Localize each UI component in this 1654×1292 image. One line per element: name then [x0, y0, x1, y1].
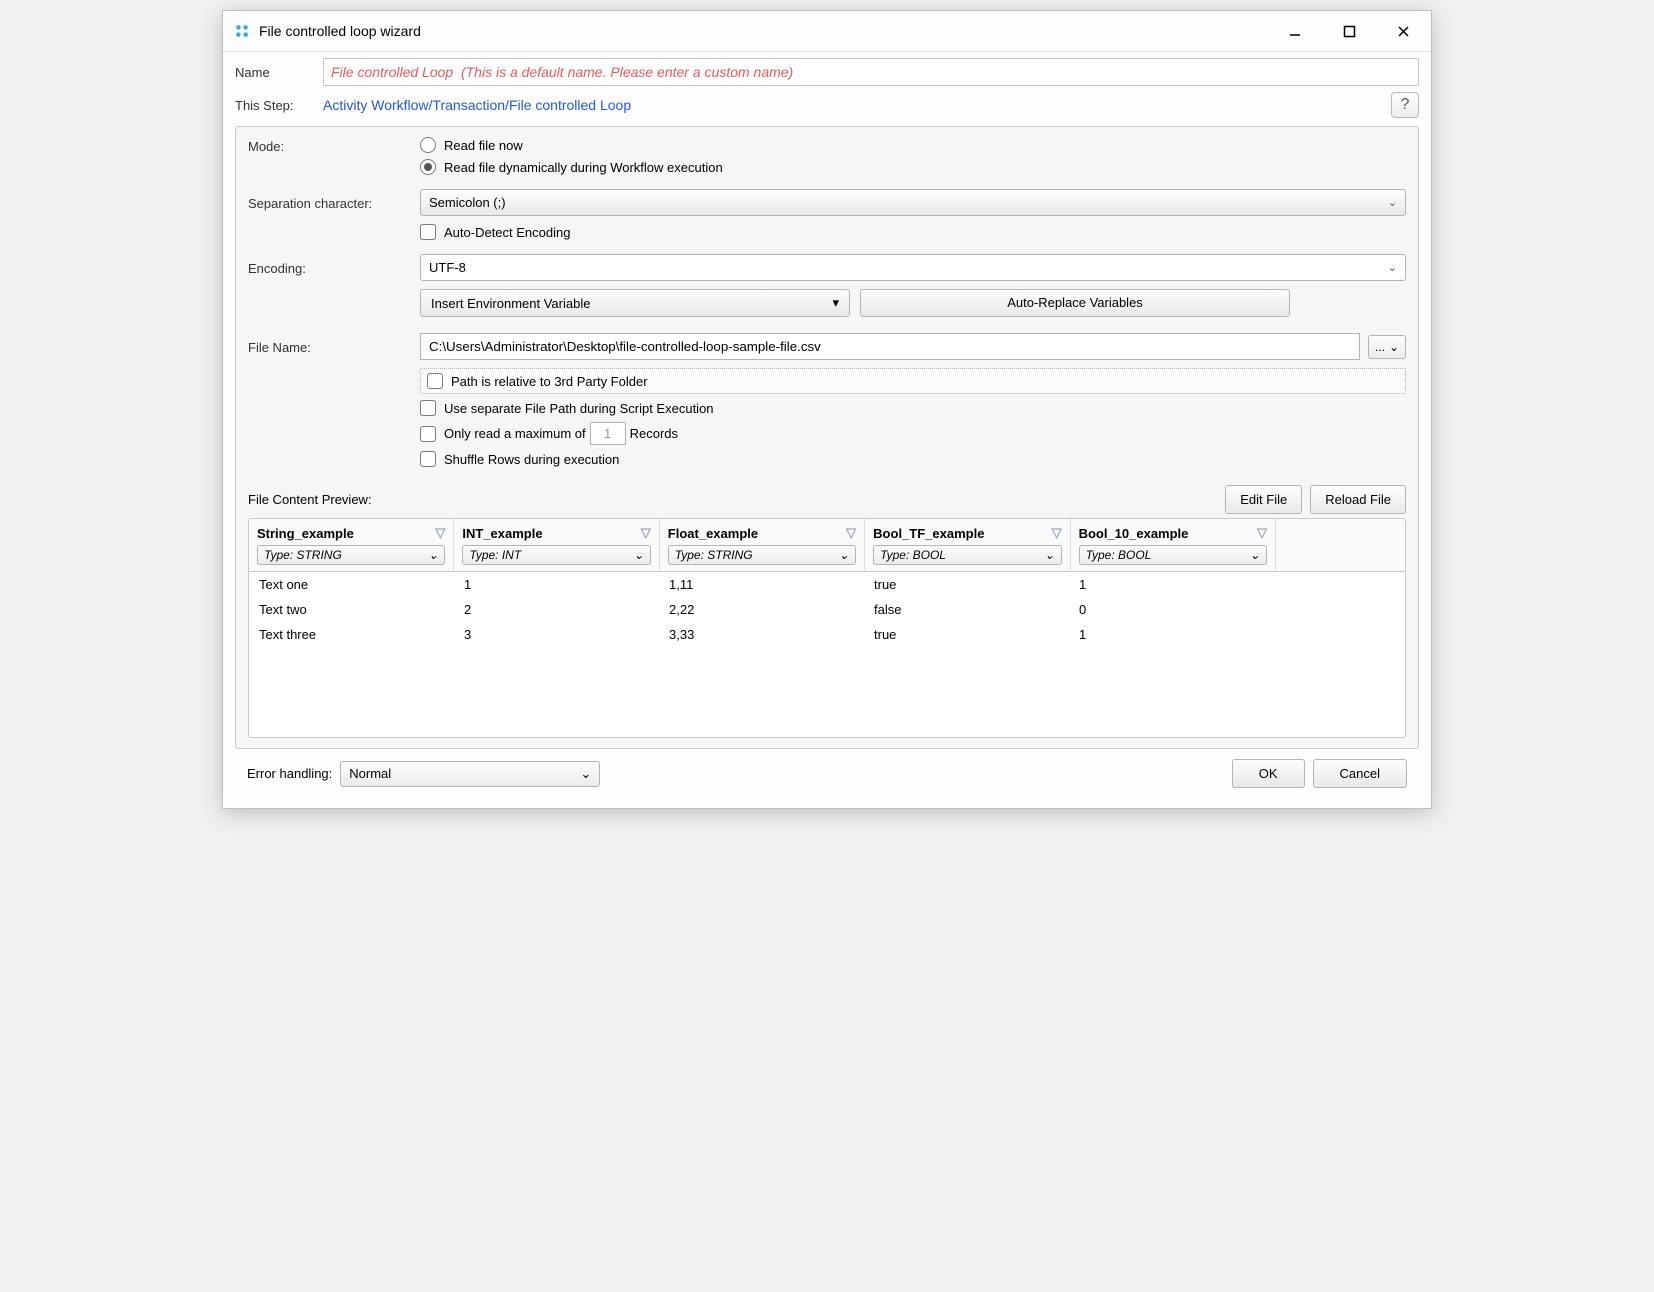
table-cell: 1: [1069, 572, 1274, 597]
help-button[interactable]: ?: [1391, 92, 1419, 118]
file-name-input[interactable]: [420, 333, 1360, 360]
error-label: Error handling:: [247, 766, 332, 781]
table-cell: true: [864, 622, 1069, 647]
mode-label: Mode:: [248, 137, 420, 154]
filter-icon[interactable]: ▽: [1257, 525, 1267, 541]
browse-button[interactable]: ... ⌄: [1368, 335, 1406, 359]
table-cell: 1: [1069, 622, 1274, 647]
error-handling-dropdown[interactable]: Normal ⌄: [340, 761, 600, 787]
filter-icon[interactable]: ▽: [846, 525, 856, 541]
auto-detect-label: Auto-Detect Encoding: [444, 225, 570, 240]
mode-option-0: Read file now: [444, 138, 523, 153]
step-path[interactable]: Activity Workflow/Transaction/File contr…: [323, 97, 1391, 113]
separate-path-checkbox[interactable]: [420, 400, 436, 416]
separation-dropdown[interactable]: Semicolon (;) ⌄: [420, 189, 1406, 216]
table-cell: 3: [454, 622, 659, 647]
type-dropdown[interactable]: Type: STRING⌄: [257, 545, 445, 565]
close-button[interactable]: [1385, 19, 1421, 43]
mode-radio-read-dynamic[interactable]: [420, 159, 436, 175]
separate-path-label: Use separate File Path during Script Exe…: [444, 401, 714, 416]
name-input[interactable]: [323, 58, 1419, 86]
file-name-label: File Name:: [248, 338, 420, 355]
table-row[interactable]: Text two22,22false0: [249, 597, 1405, 622]
filter-icon[interactable]: ▽: [435, 525, 445, 541]
column-header[interactable]: INT_example▽ Type: INT⌄: [454, 519, 659, 571]
table-cell: Text one: [249, 572, 454, 597]
error-value: Normal: [349, 766, 391, 781]
app-icon: [233, 22, 251, 40]
table-cell: 3,33: [659, 622, 864, 647]
edit-file-button[interactable]: Edit File: [1225, 485, 1302, 514]
preview-label: File Content Preview:: [248, 492, 1217, 507]
table-cell: 1,11: [659, 572, 864, 597]
browse-label: ...: [1375, 340, 1385, 354]
sep-label: Separation character:: [248, 194, 420, 211]
mode-option-1: Read file dynamically during Workflow ex…: [444, 160, 723, 175]
column-header-empty: [1276, 519, 1405, 571]
column-header[interactable]: Bool_10_example▽ Type: BOOL⌄: [1071, 519, 1276, 571]
chevron-down-icon: ⌄: [1388, 261, 1397, 274]
table-cell: false: [864, 597, 1069, 622]
filter-icon[interactable]: ▽: [641, 525, 651, 541]
auto-replace-label: Auto-Replace Variables: [1007, 295, 1143, 310]
type-dropdown[interactable]: Type: BOOL⌄: [1079, 545, 1267, 565]
ok-button[interactable]: OK: [1232, 759, 1305, 788]
table-row[interactable]: Text one11,11true1: [249, 572, 1405, 597]
insert-env-var-button[interactable]: Insert Environment Variable ▾: [420, 289, 850, 317]
step-label: This Step:: [235, 98, 323, 113]
encoding-label: Encoding:: [248, 259, 420, 276]
only-read-prefix: Only read a maximum of: [444, 426, 586, 441]
auto-detect-checkbox[interactable]: [420, 224, 436, 240]
shuffle-checkbox[interactable]: [420, 451, 436, 467]
insert-env-label: Insert Environment Variable: [431, 296, 590, 311]
wizard-window: File controlled loop wizard Name This St…: [222, 10, 1432, 809]
preview-table: String_example▽ Type: STRING⌄ INT_exampl…: [248, 518, 1406, 738]
table-cell: 1: [454, 572, 659, 597]
chevron-down-icon: ⌄: [580, 766, 591, 782]
window-title: File controlled loop wizard: [259, 23, 1277, 39]
type-dropdown[interactable]: Type: BOOL⌄: [873, 545, 1061, 565]
type-dropdown[interactable]: Type: INT⌄: [462, 545, 650, 565]
name-label: Name: [235, 65, 323, 80]
table-cell: true: [864, 572, 1069, 597]
only-read-suffix: Records: [630, 426, 678, 441]
table-cell: Text three: [249, 622, 454, 647]
titlebar: File controlled loop wizard: [223, 11, 1431, 52]
shuffle-label: Shuffle Rows during execution: [444, 452, 619, 467]
chevron-down-icon: ⌄: [1388, 196, 1397, 209]
reload-file-button[interactable]: Reload File: [1310, 485, 1406, 514]
column-header[interactable]: String_example▽ Type: STRING⌄: [249, 519, 454, 571]
separation-value: Semicolon (;): [429, 195, 506, 210]
table-cell: 2: [454, 597, 659, 622]
mode-radio-read-now[interactable]: [420, 137, 436, 153]
caret-down-icon: ▾: [832, 295, 839, 311]
minimize-button[interactable]: [1277, 19, 1313, 43]
column-header[interactable]: Float_example▽ Type: STRING⌄: [660, 519, 865, 571]
column-header[interactable]: Bool_TF_example▽ Type: BOOL⌄: [865, 519, 1070, 571]
chevron-down-icon: ⌄: [1389, 340, 1399, 354]
table-cell: 0: [1069, 597, 1274, 622]
cancel-button[interactable]: Cancel: [1313, 759, 1407, 788]
only-read-checkbox[interactable]: [420, 426, 436, 442]
maximize-button[interactable]: [1331, 19, 1367, 43]
encoding-dropdown[interactable]: UTF-8 ⌄: [420, 254, 1406, 281]
type-dropdown[interactable]: Type: STRING⌄: [668, 545, 856, 565]
encoding-value: UTF-8: [429, 260, 466, 275]
relative-path-checkbox[interactable]: [427, 373, 443, 389]
only-read-input[interactable]: [590, 422, 626, 445]
filter-icon[interactable]: ▽: [1052, 525, 1062, 541]
relative-path-label: Path is relative to 3rd Party Folder: [451, 374, 648, 389]
table-row[interactable]: Text three33,33true1: [249, 622, 1405, 647]
table-cell: 2,22: [659, 597, 864, 622]
auto-replace-button[interactable]: Auto-Replace Variables: [860, 289, 1290, 317]
table-cell: Text two: [249, 597, 454, 622]
